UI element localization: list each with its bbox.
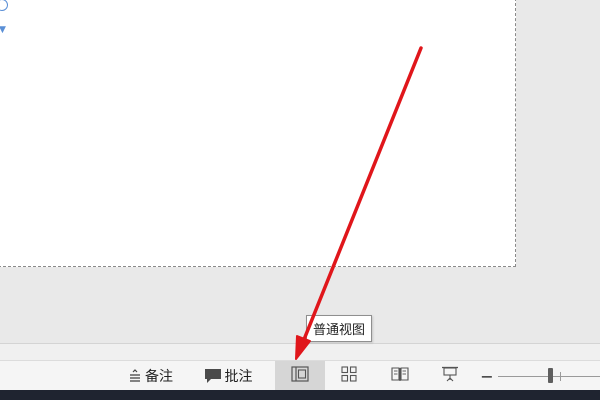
zoom-out-button[interactable]: −: [478, 361, 496, 391]
zoom-slider-thumb[interactable]: [548, 368, 553, 383]
status-bar: 备注 批注 −: [0, 360, 600, 391]
horizontal-scrollbar[interactable]: [0, 343, 600, 360]
slide-editing-area[interactable]: ▼: [0, 0, 600, 343]
tooltip: 普通视图: [306, 315, 373, 342]
comment-icon: [204, 368, 222, 384]
normal-view-button[interactable]: [275, 361, 325, 391]
slideshow-view-button[interactable]: [436, 361, 464, 391]
reading-view-button[interactable]: [385, 361, 415, 391]
os-taskbar: [0, 390, 600, 400]
notes-label: 备注: [145, 369, 173, 385]
chevron-down-icon: ▼: [0, 25, 6, 35]
comments-label: 批注: [224, 369, 253, 385]
slide-canvas[interactable]: [0, 0, 516, 267]
grid-icon: [341, 366, 357, 386]
notes-button[interactable]: 备注: [123, 361, 178, 391]
projector-icon: [441, 366, 459, 386]
comments-button[interactable]: 批注: [198, 361, 258, 391]
notes-icon: [128, 369, 142, 383]
normal-view-icon: [291, 366, 309, 386]
slide-sorter-view-button[interactable]: [336, 361, 362, 391]
book-icon: [391, 366, 409, 386]
zoom-slider-center-tick: [560, 372, 561, 381]
